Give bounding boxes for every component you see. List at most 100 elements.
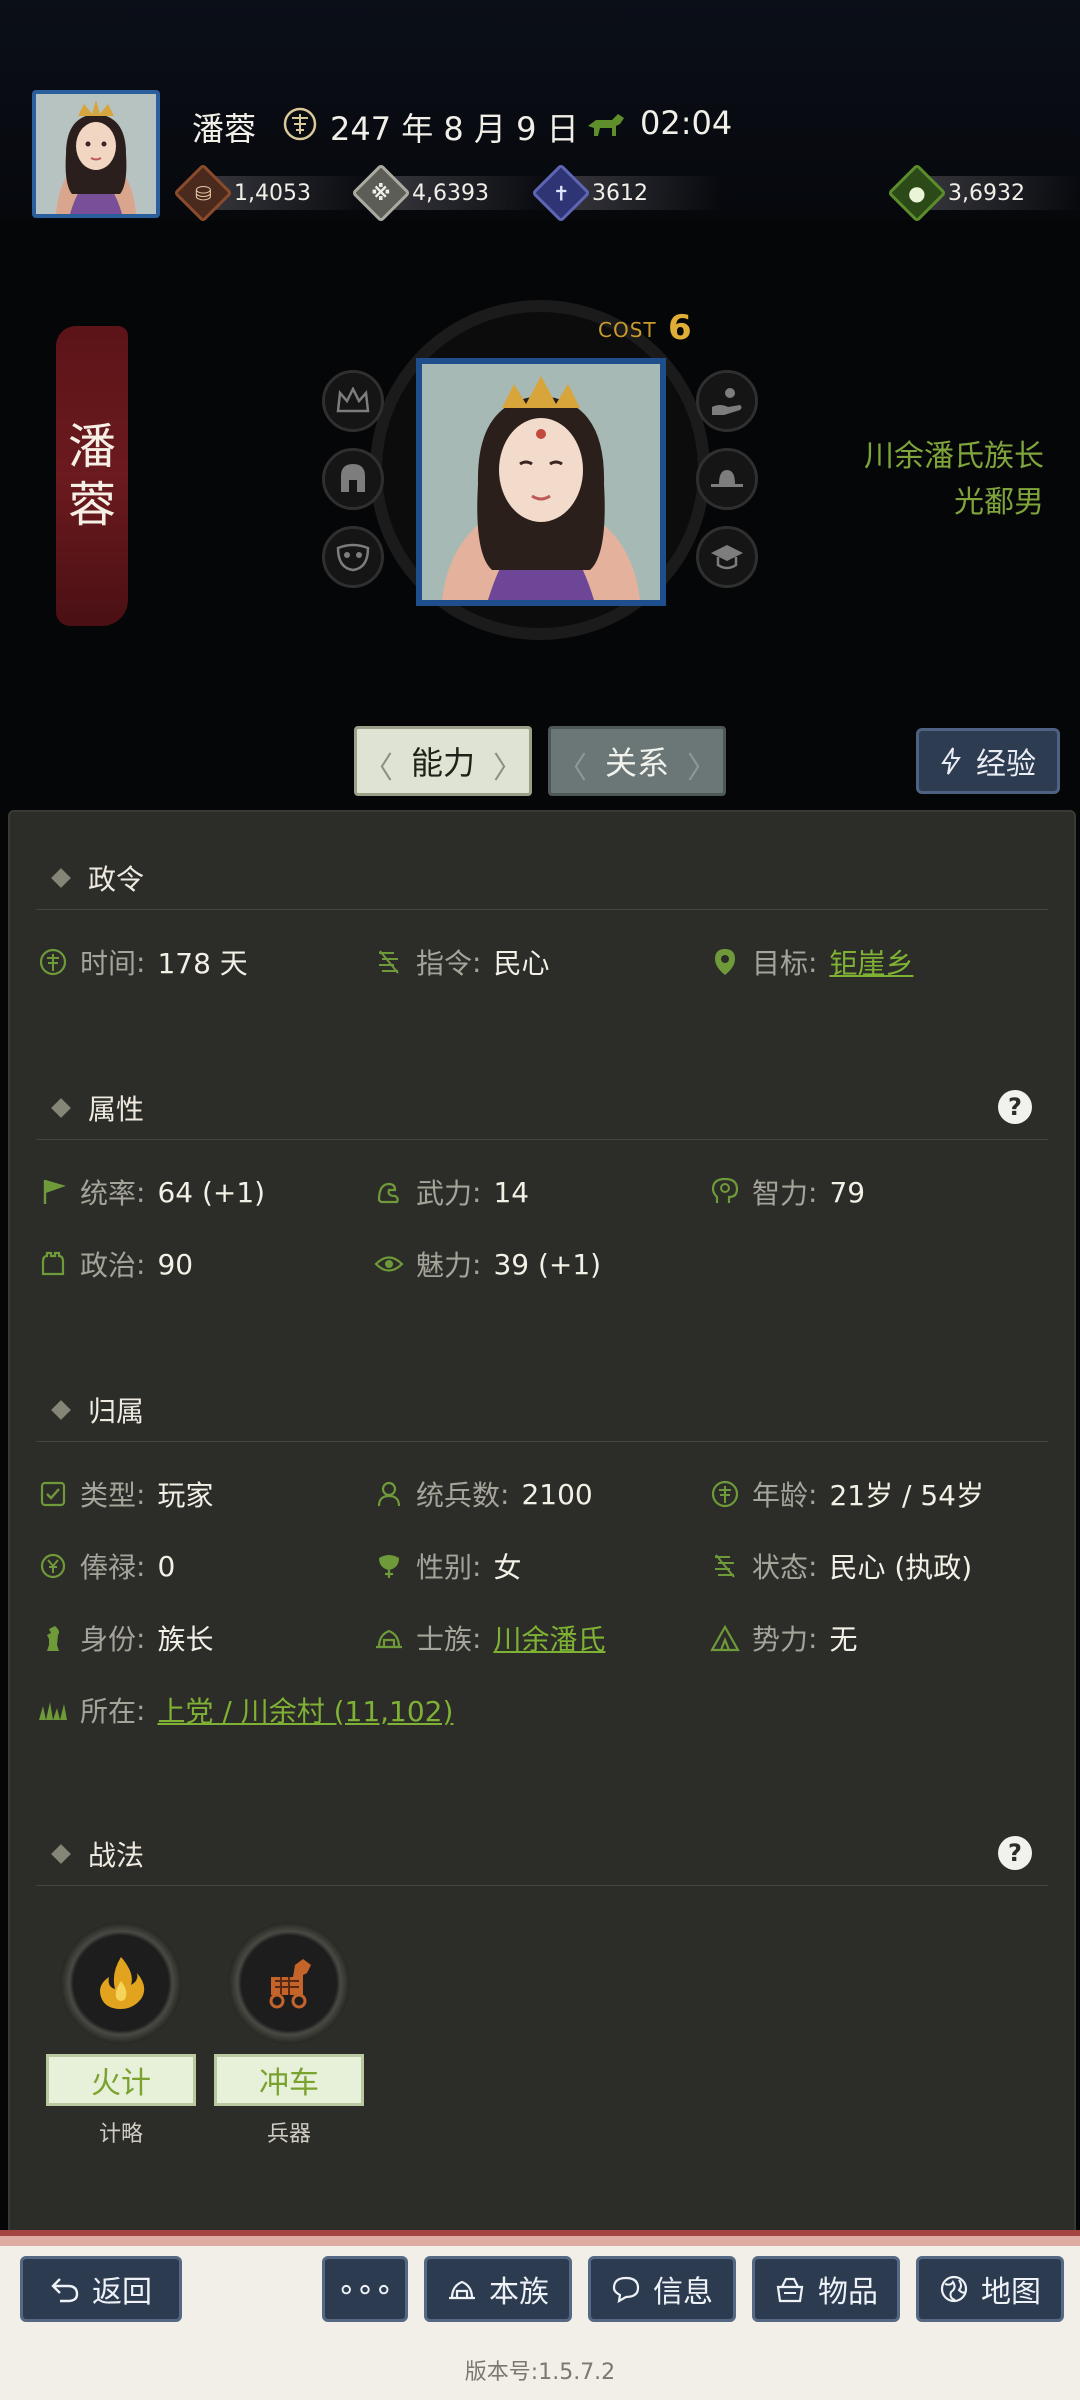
bottom-nav: 返回 ∘∘∘ 本族 信息 物品 地图 版本号:1.5.7.2 — [0, 2230, 1080, 2400]
info-panel[interactable]: 政令 时间: 178 天 指令: 民心 目标: 钜崖乡 属性 ? 统率: 64 … — [8, 810, 1076, 2250]
resource-grain[interactable]: ※ 4,6393 — [351, 163, 552, 223]
top-header: 潘蓉 247 年 8 月 9 日 02:04 ⛁ 1,4053 ※ 4,6393… — [0, 0, 1080, 223]
target-link[interactable]: 钜崖乡 — [829, 942, 913, 982]
tactic-kind: 计略 — [98, 2122, 143, 2147]
items-label: 物品 — [818, 2275, 878, 2310]
more-button[interactable]: ∘∘∘ — [322, 2256, 408, 2322]
tab-relation[interactable]: 〈 关系 〉 — [548, 726, 726, 796]
section-decree-header: 政令 — [36, 846, 1048, 910]
lightning-icon — [941, 747, 961, 775]
flag-icon — [36, 1175, 70, 1209]
resource-value: 3,6932 — [948, 180, 1025, 206]
info-button[interactable]: 信息 — [588, 2256, 736, 2322]
back-label: 返回 — [92, 2275, 152, 2310]
scroll-icon — [708, 1549, 742, 1583]
field-identity: 身份: 族长 — [36, 1618, 213, 1658]
tent-icon — [708, 1621, 742, 1655]
tactic-kind: 兵器 — [266, 2122, 311, 2147]
experience-label: 经验 — [976, 747, 1036, 782]
items-button[interactable]: 物品 — [752, 2256, 900, 2322]
mask-icon[interactable] — [322, 526, 384, 588]
grain-icon: ※ — [351, 163, 411, 223]
location-link[interactable]: 上党 / 川余村 (11,102) — [157, 1690, 453, 1730]
banner-char: 蓉 — [67, 477, 116, 533]
map-button[interactable]: 地图 — [916, 2256, 1064, 2322]
field-clan[interactable]: 士族: 川余潘氏 — [372, 1618, 605, 1658]
player-name: 潘蓉 — [192, 110, 257, 148]
back-button[interactable]: 返回 — [20, 2256, 182, 2322]
field-charm: 魅力: 39 (+1) — [372, 1244, 601, 1284]
gender-icon — [372, 1549, 406, 1583]
name-banner: 潘 蓉 — [56, 326, 128, 626]
arm-icon — [372, 1175, 406, 1209]
tactic-name: 火计 — [46, 2054, 196, 2106]
help-icon[interactable]: ? — [998, 1090, 1032, 1124]
chevron-right-icon: 〉 — [687, 751, 717, 786]
hero-titles: 川余潘氏族长 光鄱男 — [864, 434, 1044, 526]
fist-icon — [36, 1247, 70, 1281]
section-title: 战法 — [88, 1838, 145, 1872]
help-icon[interactable]: ? — [998, 1836, 1032, 1870]
experience-button[interactable]: 经验 — [916, 728, 1060, 794]
game-date: 247 年 8 月 9 日 — [330, 110, 579, 148]
coin-icon: ⛁ — [173, 163, 233, 223]
resource-value: 1,4053 — [234, 180, 311, 206]
clan-label: 本族 — [489, 2275, 549, 2310]
clan-icon — [372, 1621, 406, 1655]
chat-bubble-icon — [612, 2276, 640, 2303]
field-decree-time: 时间: 178 天 — [36, 942, 248, 982]
field-politics: 政治: 90 — [36, 1244, 193, 1284]
chevron-left-icon: 〈 — [557, 751, 587, 786]
field-decree-target[interactable]: 目标: 钜崖乡 — [708, 942, 913, 982]
soldier-icon: ✝ — [531, 163, 591, 223]
cost-label: COST — [598, 318, 657, 342]
section-tactics-header: 战法 ? — [36, 1822, 1048, 1886]
hand-seed-icon[interactable] — [696, 370, 758, 432]
field-location[interactable]: 所在: 上党 / 川余村 (11,102) — [36, 1690, 453, 1730]
field-force: 武力: 14 — [372, 1172, 529, 1212]
horse-icon — [588, 114, 624, 136]
section-affiliation-header: 归属 — [36, 1378, 1048, 1442]
field-decree-order: 指令: 民心 — [372, 942, 549, 982]
avatar[interactable] — [32, 90, 160, 218]
back-arrow-icon — [51, 2278, 79, 2303]
clan-button[interactable]: 本族 — [424, 2256, 572, 2322]
resource-money[interactable]: ● 3,6932 — [887, 163, 1080, 223]
general-portrait[interactable] — [416, 358, 666, 606]
tab-ability[interactable]: 〈 能力 〉 — [354, 726, 532, 796]
graduation-cap-icon[interactable] — [696, 526, 758, 588]
hat-icon[interactable] — [696, 448, 758, 510]
chess-piece-icon — [36, 1621, 70, 1655]
helmet-icon[interactable] — [322, 448, 384, 510]
calendar-icon — [708, 1477, 742, 1511]
noble-title: 光鄱男 — [954, 485, 1044, 520]
more-icon: ∘∘∘ — [336, 2271, 394, 2307]
tactic-card[interactable]: 冲车 兵器 — [214, 1922, 364, 2148]
tactic-name: 冲车 — [214, 2054, 364, 2106]
field-faction: 势力: 无 — [708, 1618, 857, 1658]
field-intellect: 智力: 79 — [708, 1172, 865, 1212]
section-title: 归属 — [88, 1394, 145, 1428]
globe-icon — [940, 2275, 968, 2303]
brain-icon — [708, 1175, 742, 1209]
crown-icon[interactable] — [322, 370, 384, 432]
section-attributes-header: 属性 ? — [36, 1076, 1048, 1140]
money-bag-icon: ● — [887, 163, 947, 223]
banner-char: 潘 — [67, 419, 116, 475]
clan-title: 川余潘氏族长 — [864, 439, 1044, 474]
version-text: 版本号:1.5.7.2 — [464, 2360, 616, 2385]
resource-gold[interactable]: ⛁ 1,4053 — [173, 163, 374, 223]
field-salary: 俸禄: 0 — [36, 1546, 175, 1586]
tab-label: 能力 — [410, 744, 475, 782]
clan-icon — [449, 2280, 475, 2300]
resource-value: 3612 — [592, 180, 648, 206]
fire-icon — [60, 1922, 182, 2044]
field-age: 年龄: 21岁 / 54岁 — [708, 1474, 984, 1514]
eye-icon — [372, 1247, 406, 1281]
resource-soldiers[interactable]: ✝ 3612 — [531, 163, 722, 223]
calendar-icon — [283, 107, 317, 141]
clan-link[interactable]: 川余潘氏 — [493, 1618, 605, 1658]
calendar-icon — [36, 945, 70, 979]
tactic-card[interactable]: 火计 计略 — [46, 1922, 196, 2148]
game-time: 02:04 — [640, 104, 733, 142]
